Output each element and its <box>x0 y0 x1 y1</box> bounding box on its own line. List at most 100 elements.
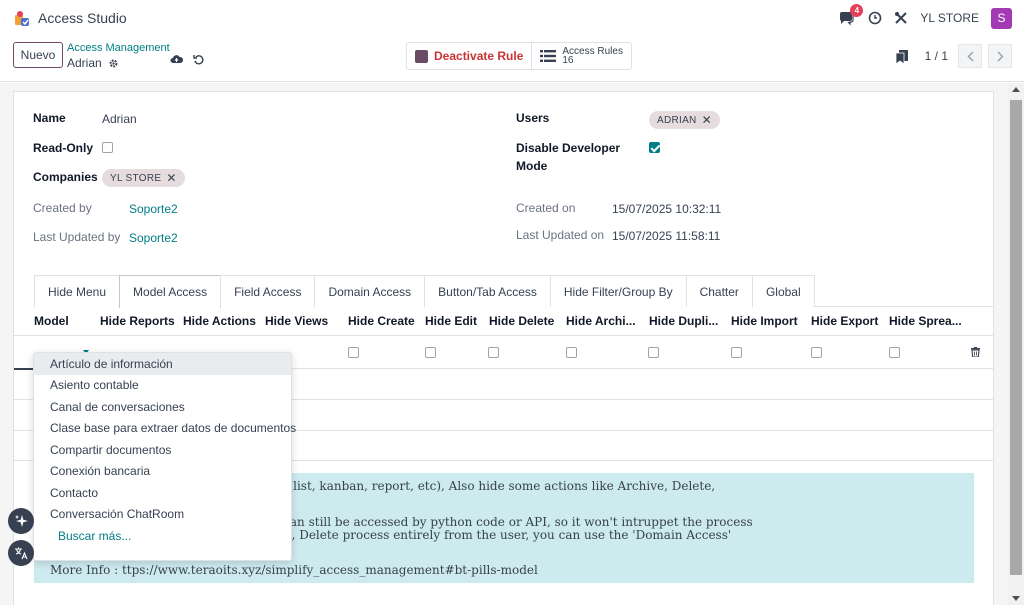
notebook-tabs: Hide Menu Model Access Field Access Doma… <box>34 275 993 308</box>
smart-buttons: Deactivate Rule Access Rules 16 <box>406 42 632 70</box>
deactivate-label: Deactivate Rule <box>434 49 524 63</box>
column-header[interactable]: Hide Edit <box>425 314 477 328</box>
scrollbar-thumb[interactable] <box>1010 100 1022 575</box>
deactivate-icon <box>415 49 428 63</box>
deactivate-rule-button[interactable]: Deactivate Rule <box>407 43 531 69</box>
access-rules-count: 16 <box>562 55 574 66</box>
app-logo-icon[interactable] <box>12 9 30 27</box>
table-header: Model Hide Reports Hide Actions Hide Vie… <box>14 306 993 336</box>
hide-edit-checkbox[interactable] <box>425 347 436 358</box>
company-switcher[interactable]: YL STORE <box>920 11 979 25</box>
trash-icon[interactable] <box>971 347 980 357</box>
access-rules-button[interactable]: Access Rules 16 <box>531 43 631 69</box>
top-navbar: Access Studio 4 YL STORE S <box>0 0 1024 36</box>
hide-create-checkbox[interactable] <box>348 347 359 358</box>
pager-next-button[interactable] <box>988 44 1012 68</box>
column-header[interactable]: Hide Archi... <box>566 314 636 328</box>
breadcrumb: Access Management Adrian <box>67 42 170 70</box>
dropdown-option[interactable]: Conversación ChatRoom <box>34 504 291 526</box>
hide-spreadsheet-checkbox[interactable] <box>889 347 900 358</box>
created-on-label: Created on <box>516 201 576 215</box>
dropdown-option[interactable]: Conexión bancaria <box>34 461 291 483</box>
app-title[interactable]: Access Studio <box>38 10 127 26</box>
column-header[interactable]: Hide Import <box>731 314 798 328</box>
translate-button[interactable] <box>8 540 34 566</box>
column-header[interactable]: Hide Create <box>348 314 415 328</box>
column-header[interactable]: Hide Sprea... <box>889 314 962 328</box>
dropdown-option[interactable]: Contacto <box>34 482 291 504</box>
gear-icon[interactable] <box>108 58 119 69</box>
user-avatar[interactable]: S <box>991 7 1012 29</box>
disable-dev-checkbox[interactable] <box>649 142 660 153</box>
column-header[interactable]: Hide Delete <box>489 314 554 328</box>
updated-on-label: Last Updated on <box>516 228 605 242</box>
tab-model-access[interactable]: Model Access <box>119 275 222 308</box>
pager: 1 / 1 <box>925 44 1012 68</box>
created-by-label: Created by <box>33 201 92 215</box>
companies-label: Companies <box>33 170 98 184</box>
created-on-value: 15/07/2025 10:32:11 <box>612 202 722 216</box>
pager-value[interactable]: 1 / 1 <box>925 49 948 63</box>
chevron-right-icon <box>996 50 1004 62</box>
column-header[interactable]: Hide Dupli... <box>649 314 718 328</box>
user-tag-label: ADRIAN <box>657 114 697 126</box>
chat-icon[interactable]: 4 <box>838 4 864 26</box>
tab-hide-menu[interactable]: Hide Menu <box>34 275 121 307</box>
hide-archive-checkbox[interactable] <box>566 347 577 358</box>
systray: 4 YL STORE S <box>838 4 1012 30</box>
tab-domain-access[interactable]: Domain Access <box>314 275 426 307</box>
column-header[interactable]: Hide Actions <box>183 314 256 328</box>
model-autocomplete-dropdown: Artículo de información Asiento contable… <box>33 352 296 561</box>
new-button[interactable]: Nuevo <box>13 42 63 68</box>
list-icon <box>540 50 557 62</box>
translate-icon <box>15 547 28 560</box>
cloud-save-icon[interactable] <box>170 54 183 65</box>
breadcrumb-current: Adrian <box>67 56 170 70</box>
tab-field-access[interactable]: Field Access <box>220 275 316 307</box>
bookmark-icon[interactable] <box>896 50 908 64</box>
scroll-up-arrow-icon[interactable] <box>1012 87 1020 92</box>
scroll-down-arrow-icon[interactable] <box>1012 596 1020 601</box>
hide-import-checkbox[interactable] <box>731 347 742 358</box>
company-tag[interactable]: YL STORE ✕ <box>102 169 185 187</box>
discard-icon[interactable] <box>193 54 204 65</box>
help-link-line[interactable]: More Info : ttps://www.teraoits.xyz/simp… <box>50 563 538 577</box>
column-header[interactable]: Hide Export <box>811 314 878 328</box>
tab-global[interactable]: Global <box>751 275 815 307</box>
sparkle-icon <box>15 515 28 527</box>
user-tag[interactable]: ADRIAN ✕ <box>649 111 720 129</box>
breadcrumb-current-label: Adrian <box>67 56 102 70</box>
tab-hide-filter-group-by[interactable]: Hide Filter/Group By <box>549 275 687 307</box>
pager-previous-button[interactable] <box>958 44 982 68</box>
updated-by-link[interactable]: Soporte2 <box>129 231 178 245</box>
page-scrollbar[interactable] <box>1008 83 1024 605</box>
hide-export-checkbox[interactable] <box>811 347 822 358</box>
clock-icon[interactable] <box>868 11 882 25</box>
name-field[interactable]: Adrian <box>102 112 137 126</box>
column-header[interactable]: Hide Views <box>265 314 328 328</box>
tools-icon[interactable] <box>894 11 908 25</box>
hide-delete-checkbox[interactable] <box>488 347 499 358</box>
tab-chatter[interactable]: Chatter <box>685 275 753 307</box>
access-rules-text: Access Rules 16 <box>562 47 623 66</box>
name-label: Name <box>33 111 66 125</box>
created-by-link[interactable]: Soporte2 <box>129 202 178 216</box>
hide-duplicate-checkbox[interactable] <box>648 347 659 358</box>
column-header[interactable]: Hide Reports <box>100 314 175 328</box>
breadcrumb-parent-link[interactable]: Access Management <box>67 42 170 54</box>
ai-sparkle-button[interactable] <box>8 508 34 534</box>
dropdown-option[interactable]: Compartir documentos <box>34 439 291 461</box>
dropdown-option[interactable]: Canal de conversaciones <box>34 396 291 418</box>
dropdown-option[interactable]: Artículo de información <box>34 353 291 375</box>
disable-dev-label: Disable Developer <box>516 141 621 155</box>
column-header[interactable]: Model <box>34 314 69 328</box>
dropdown-option[interactable]: Clase base para extraer datos de documen… <box>34 418 296 440</box>
search-more-link[interactable]: Buscar más... <box>34 525 291 547</box>
remove-tag-icon[interactable]: ✕ <box>702 113 712 127</box>
readonly-label: Read-Only <box>33 141 94 155</box>
readonly-checkbox[interactable] <box>102 142 113 153</box>
tab-button-tab-access[interactable]: Button/Tab Access <box>424 275 551 307</box>
disable-dev-label-mode: Mode <box>516 159 548 173</box>
remove-tag-icon[interactable]: ✕ <box>166 171 176 185</box>
dropdown-option[interactable]: Asiento contable <box>34 375 291 397</box>
